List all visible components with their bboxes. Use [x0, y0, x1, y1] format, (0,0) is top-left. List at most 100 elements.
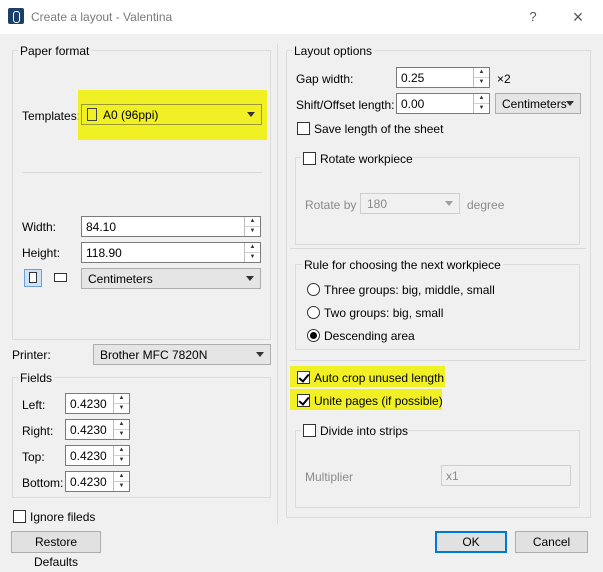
- unite-pages-checkbox[interactable]: [297, 394, 310, 407]
- chevron-down-icon: [256, 352, 264, 357]
- two-groups-label: Two groups: big, small: [324, 306, 444, 320]
- rotate-by-label: Rotate by: [305, 198, 357, 212]
- bottom-margin-label: Bottom:: [22, 476, 64, 490]
- shift-offset-spinbox[interactable]: 0.00 ▲ ▼: [396, 93, 490, 114]
- left-margin-spinbox[interactable]: 0.4230 ▲ ▼: [65, 393, 130, 414]
- paper-format-title: Paper format: [18, 44, 92, 58]
- spin-up-icon[interactable]: ▲: [114, 446, 129, 456]
- divide-strips-checkbox[interactable]: [303, 424, 316, 437]
- divide-strips-label: Divide into strips: [320, 424, 409, 438]
- save-length-checkbox[interactable]: [297, 122, 310, 135]
- page-template-icon: [87, 108, 97, 121]
- divider: [290, 360, 586, 361]
- top-margin-value: 0.4230: [70, 449, 107, 463]
- auto-crop-checkbox[interactable]: [297, 371, 310, 384]
- multiplier-input[interactable]: x1: [441, 465, 571, 486]
- height-value: 118.90: [86, 246, 122, 260]
- chevron-down-icon: [247, 112, 255, 117]
- landscape-orientation-button[interactable]: [52, 269, 70, 287]
- height-spinbox[interactable]: 118.90 ▲ ▼: [81, 242, 261, 263]
- spin-down-icon[interactable]: ▼: [474, 78, 489, 87]
- unite-pages-label: Unite pages (if possible): [314, 394, 443, 408]
- spin-down-icon[interactable]: ▼: [114, 456, 129, 465]
- valentina-app-icon: [8, 8, 24, 24]
- divider: [22, 172, 262, 173]
- shift-unit-combo[interactable]: Centimeters: [495, 93, 581, 114]
- bottom-margin-spinbox[interactable]: 0.4230 ▲ ▼: [65, 471, 130, 492]
- rotate-by-combo[interactable]: 180: [360, 193, 460, 214]
- divider: [290, 248, 586, 249]
- templates-value: A0 (96ppi): [103, 108, 159, 122]
- right-margin-spinbox[interactable]: 0.4230 ▲ ▼: [65, 419, 130, 440]
- spin-up-icon[interactable]: ▲: [474, 94, 489, 104]
- shift-unit-value: Centimeters: [502, 97, 567, 111]
- rule-title: Rule for choosing the next workpiece: [302, 258, 503, 272]
- gap-width-value: 0.25: [401, 71, 425, 85]
- auto-crop-label: Auto crop unused length: [314, 371, 445, 385]
- spin-down-icon[interactable]: ▼: [114, 404, 129, 413]
- height-label: Height:: [22, 246, 61, 260]
- width-label: Width:: [22, 220, 57, 234]
- restore-defaults-button[interactable]: Restore Defaults: [11, 531, 101, 569]
- spin-up-icon[interactable]: ▲: [114, 394, 129, 404]
- gap-width-label: Gap width:: [296, 72, 354, 86]
- rotate-by-value: 180: [367, 197, 388, 211]
- ignore-fileds-checkbox[interactable]: [13, 510, 26, 523]
- chevron-down-icon: [246, 276, 254, 281]
- spin-up-icon[interactable]: ▲: [114, 420, 129, 430]
- cancel-button[interactable]: Cancel: [515, 531, 588, 553]
- close-button[interactable]: ×: [566, 6, 590, 28]
- spin-down-icon[interactable]: ▼: [474, 104, 489, 113]
- width-value: 84.10: [86, 220, 117, 234]
- portrait-icon: [29, 272, 37, 283]
- printer-combo[interactable]: Brother MFC 7820N: [93, 344, 271, 365]
- templates-label: Templates:: [22, 109, 81, 123]
- spin-up-icon[interactable]: ▲: [245, 217, 260, 227]
- chevron-down-icon: [566, 101, 574, 106]
- vertical-separator: [277, 44, 278, 524]
- spin-down-icon[interactable]: ▼: [114, 430, 129, 439]
- ignore-fileds-label: Ignore fileds: [30, 510, 96, 524]
- top-margin-spinbox[interactable]: 0.4230 ▲ ▼: [65, 445, 130, 466]
- spin-up-icon[interactable]: ▲: [474, 68, 489, 78]
- right-margin-value: 0.4230: [70, 423, 107, 437]
- save-length-label: Save length of the sheet: [314, 122, 444, 136]
- landscape-icon: [54, 273, 67, 282]
- help-button[interactable]: ?: [521, 6, 545, 28]
- left-margin-label: Left:: [22, 398, 46, 412]
- portrait-orientation-button[interactable]: [24, 269, 42, 287]
- spin-down-icon[interactable]: ▼: [245, 227, 260, 236]
- printer-label: Printer:: [12, 348, 51, 362]
- top-margin-label: Top:: [22, 450, 45, 464]
- shift-offset-value: 0.00: [401, 97, 425, 111]
- two-groups-radio[interactable]: [307, 306, 320, 319]
- spin-up-icon[interactable]: ▲: [114, 472, 129, 482]
- descending-area-label: Descending area: [324, 329, 415, 343]
- left-margin-value: 0.4230: [70, 397, 107, 411]
- spin-down-icon[interactable]: ▼: [245, 253, 260, 262]
- gap-width-spinbox[interactable]: 0.25 ▲ ▼: [396, 67, 490, 88]
- shift-offset-label: Shift/Offset length:: [296, 98, 395, 112]
- spin-down-icon[interactable]: ▼: [114, 482, 129, 491]
- gap-multiplier-label: ×2: [497, 72, 511, 86]
- paper-unit-value: Centimeters: [88, 272, 153, 286]
- multiplier-label: Multiplier: [305, 470, 354, 484]
- bottom-margin-value: 0.4230: [70, 475, 107, 489]
- layout-options-title: Layout options: [292, 44, 375, 58]
- spin-up-icon[interactable]: ▲: [245, 243, 260, 253]
- fields-title: Fields: [18, 371, 55, 385]
- paper-unit-combo[interactable]: Centimeters: [81, 268, 261, 289]
- rotate-by-unit: degree: [467, 198, 505, 212]
- chevron-down-icon: [445, 201, 453, 206]
- rotate-workpiece-checkbox[interactable]: [303, 152, 316, 165]
- right-margin-label: Right:: [22, 424, 54, 438]
- ok-button[interactable]: OK: [435, 531, 507, 553]
- descending-area-radio[interactable]: [307, 329, 320, 342]
- three-groups-radio[interactable]: [307, 283, 320, 296]
- multiplier-value: x1: [446, 469, 459, 483]
- window-title: Create a layout - Valentina: [31, 10, 173, 24]
- rotate-workpiece-label: Rotate workpiece: [320, 152, 413, 166]
- width-spinbox[interactable]: 84.10 ▲ ▼: [81, 216, 261, 237]
- printer-value: Brother MFC 7820N: [100, 348, 208, 362]
- templates-combo[interactable]: A0 (96ppi): [81, 104, 262, 125]
